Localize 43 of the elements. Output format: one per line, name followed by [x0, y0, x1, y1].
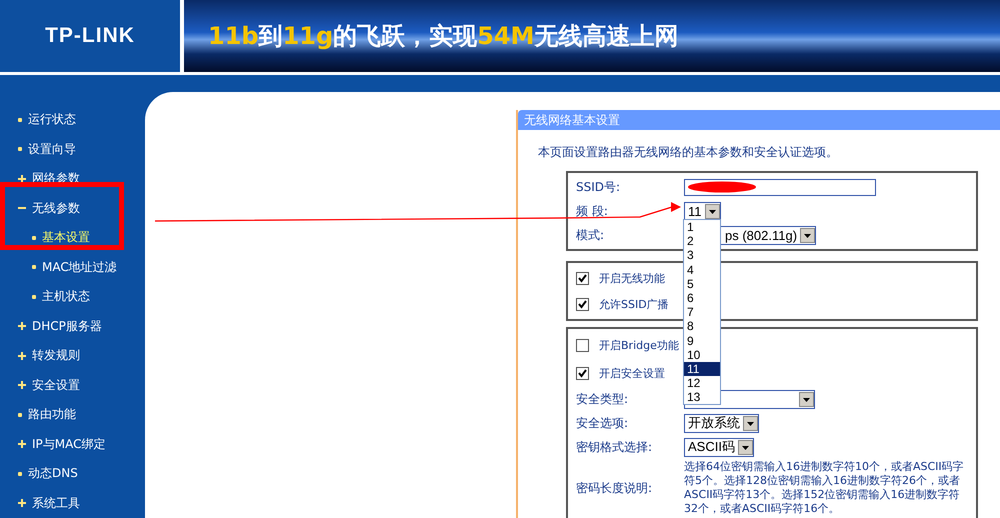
sidebar-item[interactable]: 运行状态 [0, 105, 145, 134]
field-label: SSID号: [576, 178, 622, 196]
dropdown-option[interactable]: 13 [684, 390, 720, 404]
checkbox-label: 允许SSID广播 [599, 296, 669, 312]
dropdown-option[interactable]: 4 [684, 262, 720, 277]
sidebar-item[interactable]: 设置向导 [0, 134, 145, 164]
sidebar-item[interactable]: DHCP服务器 [0, 312, 145, 341]
dropdown-option[interactable]: 8 [684, 319, 720, 334]
dropdown[interactable]: 11 [684, 202, 720, 220]
banner-slogan: 11b到11g的飞跃，实现54M无线高速上网 [208, 21, 678, 52]
logo: TP-LINK [45, 24, 135, 48]
dropdown-option[interactable]: 3 [684, 248, 720, 263]
checkbox-label: 开启安全设置 [599, 366, 665, 380]
dropdown-option[interactable]: 5 [684, 276, 720, 291]
sidebar-item[interactable]: 路由功能 [0, 400, 145, 430]
field-label: 密钥格式选择: [576, 438, 654, 456]
sidebar-item[interactable]: 安全设置 [0, 370, 145, 400]
panel-description: 本页面设置路由器无线网络的基本参数和安全认证选项。 [538, 144, 839, 161]
dropdown-option[interactable]: 6 [684, 290, 720, 306]
checkbox-label: 开启Bridge功能 [599, 338, 679, 352]
sidebar-subitem[interactable]: 基本设置 [0, 223, 145, 252]
dropdown-option[interactable]: 10 [684, 348, 720, 362]
field-label: 模式: [576, 226, 606, 244]
sidebar-item[interactable]: 转发规则 [0, 341, 145, 370]
field-label: 密码长度说明: [576, 480, 654, 496]
dropdown-option[interactable]: 11 [684, 362, 720, 376]
dropdown-option[interactable]: 7 [684, 305, 720, 320]
help-text: 选择64位密钥需输入16进制数字符10个，或者ASCII码字符5个。选择128位密钥需输入16进制数字符26个，或者ASCII码字符13个。选择152位密钥需输入16进制数字符32个，或者ASCII码字符16个。 [684, 460, 965, 516]
checkbox-label: 开启无线功能 [599, 270, 665, 286]
sidebar-subitem[interactable]: 主机状态 [0, 282, 145, 312]
dropdown[interactable]: ASCII码 [684, 438, 754, 456]
sidebar-item[interactable]: 无线参数 [0, 194, 145, 223]
panel-title: 无线网络基本设置 [518, 110, 1000, 130]
dropdown-option[interactable]: 12 [684, 376, 720, 390]
sidebar-item[interactable]: IP与MAC绑定 [0, 430, 145, 459]
field-label: 频 段: [576, 202, 609, 220]
dropdown-option[interactable]: 9 [684, 334, 720, 348]
field-label: 安全选项: [576, 414, 630, 432]
sidebar-subitem[interactable]: MAC地址过滤 [0, 252, 145, 282]
dropdown[interactable]: 开放系统 [684, 414, 759, 432]
field-label: 安全类型: [576, 390, 630, 408]
sidebar-item[interactable]: 系统工具 [0, 488, 145, 518]
sidebar-item[interactable]: 动态DNS [0, 459, 145, 488]
